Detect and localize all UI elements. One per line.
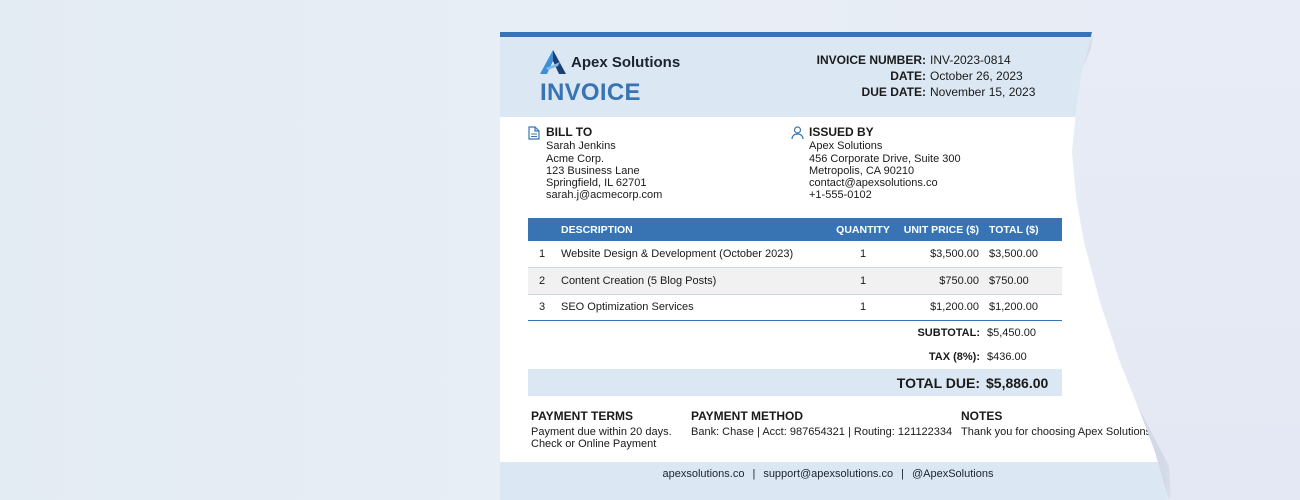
row-total: $1,200.00 — [984, 294, 1062, 321]
table-header-row: DESCRIPTION QUANTITY UNIT PRICE ($) TOTA… — [528, 218, 1062, 241]
tax-label: TAX (8%): — [928, 351, 980, 363]
notes-heading: NOTES — [961, 409, 1003, 423]
bill-to-name: Sarah Jenkins — [546, 140, 616, 153]
subtotal-value: $5,450.00 — [987, 327, 1036, 339]
bill-to-heading: BILL TO — [546, 125, 593, 139]
table-row: 2 Content Creation (5 Blog Posts) 1 $750… — [528, 267, 1062, 295]
issued-by-street: 456 Corporate Drive, Suite 300 — [809, 152, 961, 165]
issued-by-phone: +1-555-0102 — [809, 189, 872, 202]
footer-social: @ApexSolutions — [911, 468, 994, 480]
issued-by-section: ISSUED BY Apex Solutions 456 Corporate D… — [791, 125, 961, 202]
line-items-table: DESCRIPTION QUANTITY UNIT PRICE ($) TOTA… — [528, 218, 1062, 321]
row-quantity: 1 — [828, 241, 898, 268]
payment-method-section: PAYMENT METHOD Bank: Chase | Acct: 98765… — [691, 410, 952, 438]
payment-terms-line: Check or Online Payment — [531, 438, 657, 450]
payment-terms-line: Payment due within 20 days. — [531, 425, 672, 438]
col-header-unit-price: UNIT PRICE ($) — [898, 218, 984, 241]
tax-value: $436.00 — [987, 351, 1027, 363]
payment-terms-heading: PAYMENT TERMS — [531, 409, 634, 423]
row-number: 2 — [528, 267, 556, 295]
bill-to-section: BILL TO Sarah Jenkins Acme Corp. 123 Bus… — [528, 125, 663, 202]
bill-to-city: Springfield, IL 62701 — [546, 177, 647, 190]
row-quantity: 1 — [828, 294, 898, 321]
table-row: 1 Website Design & Development (October … — [528, 241, 1062, 268]
row-number: 1 — [528, 241, 556, 268]
table-row: 3 SEO Optimization Services 1 $1,200.00 … — [528, 294, 1062, 321]
footer-separator: | — [752, 468, 756, 480]
notes-text: Thank you for choosing Apex Solutions! — [961, 425, 1155, 438]
document-icon — [528, 126, 540, 140]
footer-contacts: apexsolutions.co | support@apexsolutions.c… — [500, 468, 1156, 480]
invoice-sheet: Apex Solutions INVOICE INVOICE NUMBER: D… — [500, 32, 1168, 500]
payment-method-text: Bank: Chase | Acct: 987654321 | Routing:… — [691, 425, 953, 438]
total-due-label: TOTAL DUE: — [896, 375, 980, 391]
payment-method-heading: PAYMENT METHOD — [691, 409, 804, 423]
row-total: $3,500.00 — [984, 241, 1062, 268]
footer-email: support@apexsolutions.co — [763, 468, 894, 480]
notes-section: NOTES Thank you for choosing Apex Soluti… — [961, 410, 1154, 438]
row-quantity: 1 — [828, 267, 898, 295]
payment-terms-section: PAYMENT TERMS Payment due within 20 days… — [531, 410, 672, 451]
bill-to-street: 123 Business Lane — [546, 164, 640, 177]
footer-website: apexsolutions.co — [662, 468, 745, 480]
total-due-band — [528, 369, 1062, 396]
row-description: Website Design & Development (October 20… — [556, 241, 828, 268]
brand-name: Apex Solutions — [571, 54, 681, 71]
invoice-date: October 26, 2023 — [930, 69, 1023, 83]
page-title: INVOICE — [540, 79, 641, 106]
mountain-a-logo-icon — [540, 50, 566, 74]
issued-by-email: contact@apexsolutions.co — [809, 177, 938, 190]
row-unit-price: $750.00 — [898, 267, 984, 295]
due-date-label: DUE DATE: — [861, 85, 926, 99]
user-icon — [791, 126, 804, 140]
invoice-number: INV-2023-0814 — [930, 53, 1011, 67]
due-date: November 15, 2023 — [930, 85, 1036, 99]
issued-by-name: Apex Solutions — [809, 140, 883, 153]
invoice-number-label: INVOICE NUMBER: — [816, 53, 926, 67]
col-header-quantity: QUANTITY — [828, 218, 898, 241]
bill-to-company: Acme Corp. — [546, 152, 605, 165]
row-unit-price: $3,500.00 — [898, 241, 984, 268]
invoice-meta-values: INV-2023-0814 October 26, 2023 November … — [930, 52, 1090, 100]
invoice-meta-labels: INVOICE NUMBER: DATE: DUE DATE: — [800, 52, 926, 100]
issued-by-city: Metropolis, CA 90210 — [809, 164, 915, 177]
col-header-total: TOTAL ($) — [984, 218, 1062, 241]
issued-by-heading: ISSUED BY — [809, 125, 874, 139]
row-total: $750.00 — [984, 267, 1062, 295]
bill-to-email: sarah.j@acmecorp.com — [546, 189, 663, 202]
date-label: DATE: — [890, 69, 926, 83]
footer-separator: | — [901, 468, 904, 480]
row-number: 3 — [528, 294, 556, 321]
row-description: Content Creation (5 Blog Posts) — [556, 267, 828, 295]
col-header-description: DESCRIPTION — [556, 218, 828, 241]
subtotal-label: SUBTOTAL: — [917, 327, 980, 339]
col-header-number — [528, 218, 556, 241]
row-description: SEO Optimization Services — [556, 294, 828, 321]
total-due-value: $5,886.00 — [986, 375, 1049, 391]
row-unit-price: $1,200.00 — [898, 294, 984, 321]
